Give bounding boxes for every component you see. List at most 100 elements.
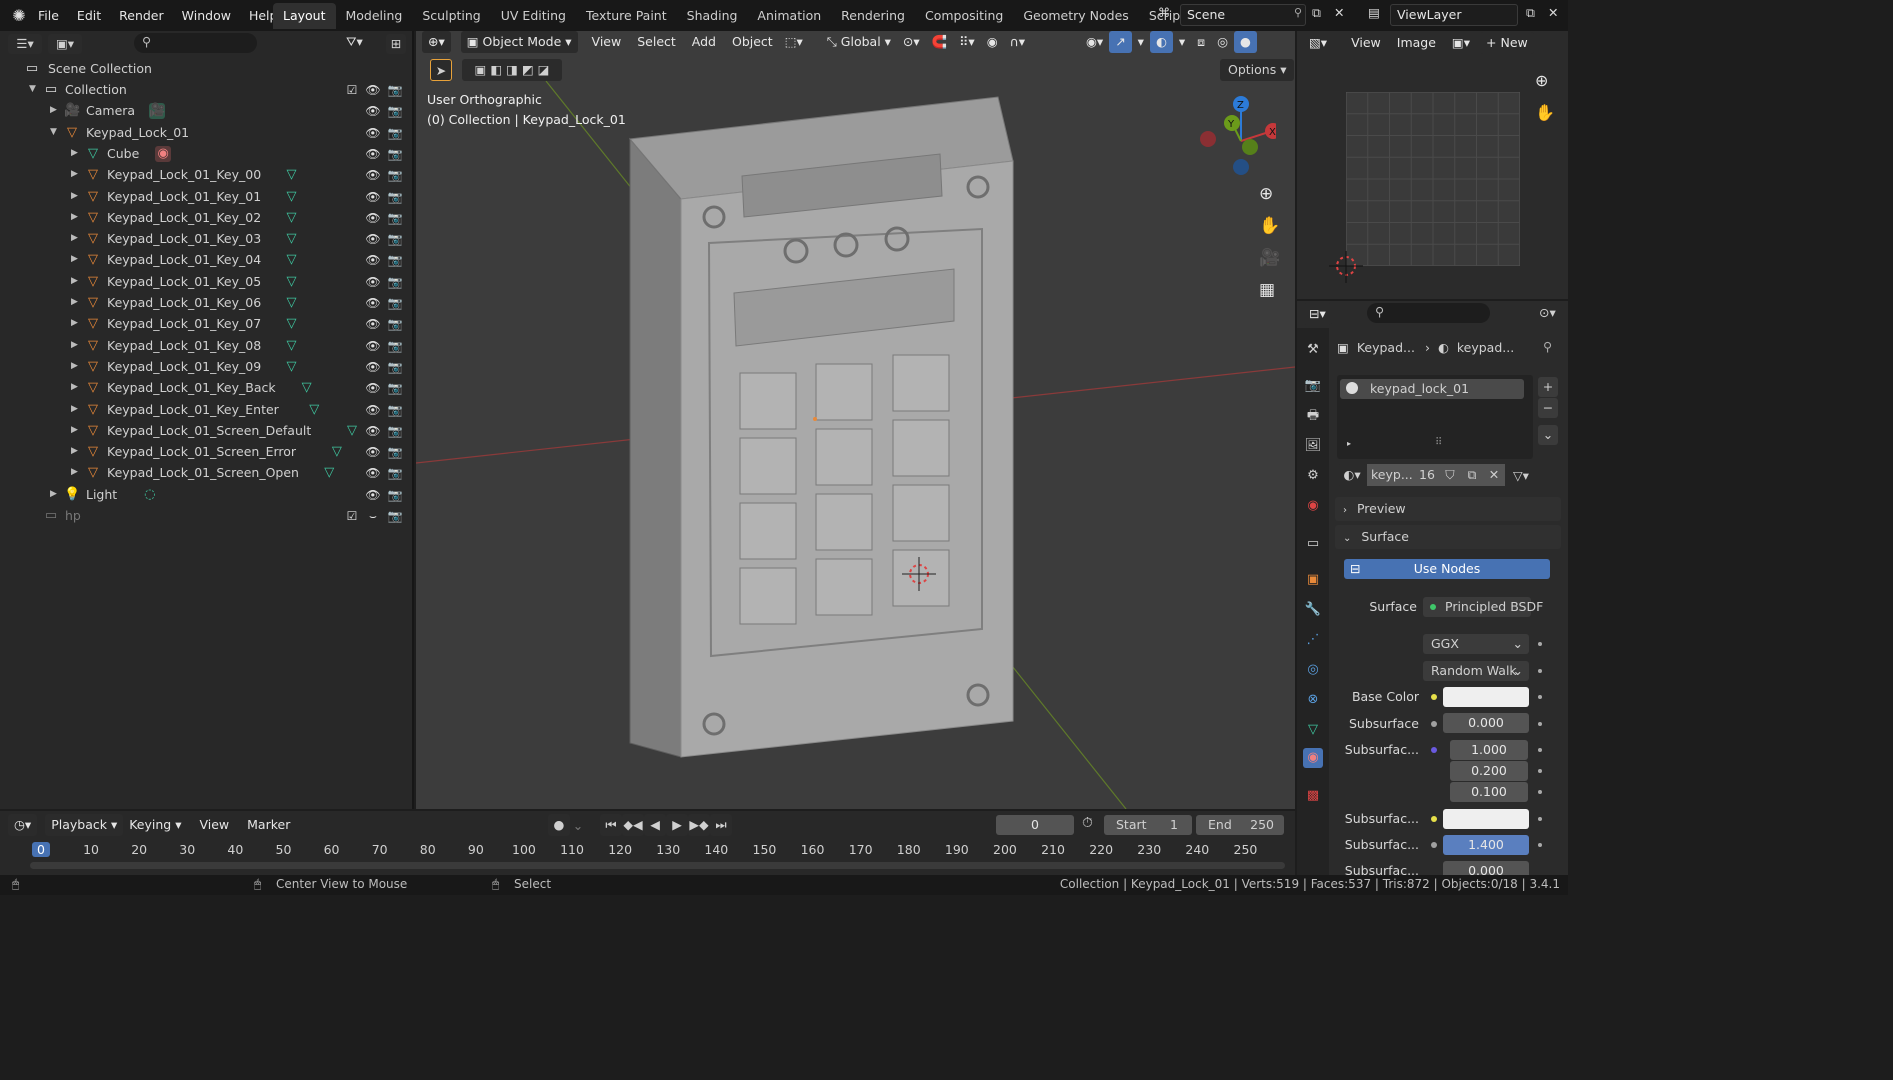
outliner-search-input[interactable]: ⚲: [134, 33, 257, 53]
render-camera-icon[interactable]: 📷: [387, 274, 403, 290]
playback-menu[interactable]: Playback ▾: [45, 814, 124, 836]
snap-target-icon[interactable]: ⠿▾: [953, 31, 980, 53]
output-tab-icon[interactable]: 🖶: [1303, 406, 1323, 426]
image-editor-panel[interactable]: ▧▾ View Image ▣▾ + New ⊕ ✋: [1297, 31, 1568, 299]
image-browse-icon[interactable]: ▣▾: [1446, 32, 1476, 54]
eye-icon[interactable]: 👁: [365, 103, 381, 119]
expand-right-icon[interactable]: ▶: [71, 420, 78, 441]
expand-down-icon[interactable]: ▼: [29, 79, 36, 100]
subsurface-socket-icon[interactable]: [1431, 721, 1437, 727]
mesh-data-icon[interactable]: ▽: [284, 252, 300, 268]
subsurface-radius-x[interactable]: 1.000: [1450, 740, 1528, 760]
outliner-item-keypad-lock-01-key-00[interactable]: ▶ ▽ Keypad_Lock_01_Key_00 ▽ 👁 📷: [0, 164, 412, 185]
render-camera-icon[interactable]: 📷: [387, 146, 403, 162]
eye-icon[interactable]: 👁: [365, 380, 381, 396]
blender-logo-icon[interactable]: ✺: [9, 6, 29, 26]
scene-tab-icon[interactable]: ⚙: [1303, 466, 1323, 486]
material-datablock[interactable]: ◐▾ keyp... 16 ⛉ ⧉ ✕ ▽▾: [1337, 464, 1529, 486]
viewport-editor-type-icon[interactable]: ⊕▾: [422, 31, 451, 53]
record-options-icon[interactable]: ⌄: [570, 818, 586, 833]
remove-slot-icon[interactable]: −: [1538, 398, 1558, 418]
uv-grid[interactable]: [1346, 92, 1520, 266]
eye-icon[interactable]: 👁: [365, 316, 381, 332]
material-name-field[interactable]: keyp...: [1367, 464, 1415, 486]
texture-tab-icon[interactable]: ▩: [1303, 786, 1323, 806]
camera-data-icon[interactable]: 🎥: [149, 103, 165, 120]
expand-right-icon[interactable]: ▶: [71, 143, 78, 164]
tab-layout[interactable]: Layout: [273, 3, 336, 29]
use-nodes-button[interactable]: ⊟ Use Nodes: [1344, 559, 1550, 579]
subsurface-radius-y[interactable]: 0.200: [1450, 761, 1528, 781]
duplicate-material-icon[interactable]: ⧉: [1461, 464, 1483, 486]
new-scene-icon[interactable]: ⧉: [1312, 5, 1321, 21]
jump-start-icon[interactable]: ⏮: [600, 814, 622, 836]
expand-right-icon[interactable]: ▶: [71, 441, 78, 462]
tab-texture-paint[interactable]: Texture Paint: [576, 3, 677, 29]
tool-tab-icon[interactable]: ⚒: [1303, 340, 1323, 360]
zoom-icon[interactable]: ⊕: [1259, 184, 1273, 204]
timeline-scrollbar[interactable]: [30, 862, 1285, 869]
material-icon[interactable]: ◉: [155, 145, 172, 162]
render-camera-icon[interactable]: 📷: [387, 167, 403, 183]
particles-tab-icon[interactable]: ⋰: [1303, 630, 1323, 650]
proportional-edit-icon[interactable]: ◉: [981, 31, 1004, 53]
outliner-item-keypad-lock-01-screen-error[interactable]: ▶ ▽ Keypad_Lock_01_Screen_Error ▽ 👁 📷: [0, 441, 412, 462]
xray-icon[interactable]: ⧈: [1191, 31, 1211, 53]
subsurface-color-swatch[interactable]: [1443, 809, 1529, 829]
surface-panel-header[interactable]: ⌄ Surface: [1335, 525, 1561, 549]
keyframe-dot-icon[interactable]: [1538, 669, 1542, 673]
eye-icon[interactable]: 👁: [365, 295, 381, 311]
render-camera-icon[interactable]: 📷: [387, 82, 403, 98]
image-pan-icon[interactable]: ✋: [1535, 103, 1555, 122]
outliner-item-light[interactable]: ▶ 💡 Light ◌ 👁 📷: [0, 484, 412, 505]
eye-icon[interactable]: 👁: [365, 231, 381, 247]
material-browse-icon[interactable]: ◐▾: [1337, 464, 1367, 486]
image-menu-view[interactable]: View: [1345, 32, 1387, 54]
outliner-item-keypad-lock-01[interactable]: ▼ ▽ Keypad_Lock_01 👁 📷: [0, 122, 412, 143]
collection-tab-icon[interactable]: ▭: [1303, 534, 1323, 554]
outliner-scene-collection[interactable]: ▭ Scene Collection: [0, 58, 412, 79]
tab-geometry-nodes[interactable]: Geometry Nodes: [1013, 3, 1138, 29]
tab-compositing[interactable]: Compositing: [915, 3, 1013, 29]
expand-right-icon[interactable]: ▶: [71, 462, 78, 483]
base-color-socket-icon[interactable]: [1431, 694, 1437, 700]
menu-window[interactable]: Window: [173, 0, 240, 31]
current-frame-field[interactable]: 0: [996, 815, 1074, 835]
outliner-item-keypad-lock-01-key-back[interactable]: ▶ ▽ Keypad_Lock_01_Key_Back ▽ 👁 📷: [0, 377, 412, 398]
outliner-item-camera[interactable]: ▶ 🎥 Camera 🎥 👁 📷: [0, 100, 412, 121]
timeline-editor-type-icon[interactable]: ◷▾: [8, 814, 38, 836]
eye-icon[interactable]: 👁: [365, 189, 381, 205]
tab-uv-editing[interactable]: UV Editing: [491, 3, 576, 29]
expand-right-icon[interactable]: ▶: [71, 228, 78, 249]
tab-modeling[interactable]: Modeling: [336, 3, 413, 29]
wireframe-shading-icon[interactable]: ◎: [1211, 31, 1234, 53]
record-icon[interactable]: ●: [548, 814, 570, 836]
eye-icon[interactable]: 👁: [365, 274, 381, 290]
eye-icon[interactable]: 👁: [365, 402, 381, 418]
pin-icon[interactable]: ⚲: [1543, 339, 1552, 354]
eye-icon[interactable]: 👁: [365, 125, 381, 141]
mesh-data-icon[interactable]: ▽: [284, 274, 300, 290]
outliner-item-collection[interactable]: ▼ ▭ Collection ☑ 👁 📷: [0, 79, 412, 100]
render-camera-icon[interactable]: 📷: [387, 380, 403, 396]
navigation-gizmo[interactable]: Z X Y: [1196, 93, 1276, 179]
gizmo-toggle-icon[interactable]: ↗: [1109, 31, 1132, 53]
physics-tab-icon[interactable]: ◎: [1303, 660, 1323, 680]
viewport-menu-object[interactable]: Object: [726, 31, 779, 53]
render-tab-icon[interactable]: 📷: [1303, 376, 1323, 396]
prev-keyframe-icon[interactable]: ◆◀: [622, 814, 644, 836]
expand-right-icon[interactable]: ▶: [71, 399, 78, 420]
pan-hand-icon[interactable]: ✋: [1259, 216, 1280, 236]
timeline-menu-view[interactable]: View: [193, 814, 235, 836]
viewport-canvas[interactable]: [416, 31, 1295, 809]
mesh-data-icon[interactable]: ▽: [284, 167, 300, 183]
render-camera-icon[interactable]: 📷: [387, 423, 403, 439]
jump-end-icon[interactable]: ⏭: [710, 814, 732, 836]
keyframe-dot-icon[interactable]: [1538, 769, 1542, 773]
mesh-data-icon[interactable]: ▽: [321, 465, 337, 481]
transform-orientation-dropdown[interactable]: ⤡ Global ▾: [821, 31, 897, 53]
render-camera-icon[interactable]: 📷: [387, 508, 403, 524]
delete-scene-icon[interactable]: ✕: [1334, 5, 1344, 20]
delete-view-layer-icon[interactable]: ✕: [1548, 5, 1558, 20]
expand-right-icon[interactable]: ▶: [71, 271, 78, 292]
